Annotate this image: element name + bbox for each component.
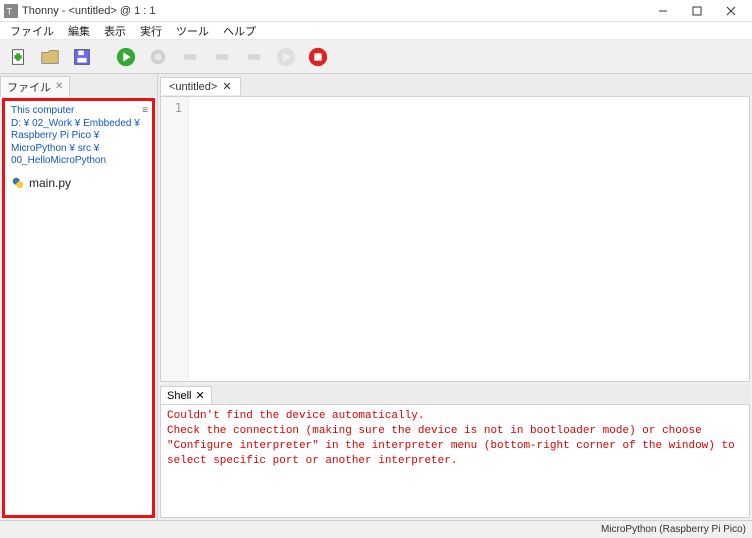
app-icon: T: [4, 4, 18, 18]
run-button[interactable]: [112, 43, 140, 71]
sidebar-tabs: ファイル ✕: [0, 74, 157, 96]
resume-button[interactable]: [272, 43, 300, 71]
minimize-button[interactable]: [646, 1, 680, 21]
python-file-icon: [11, 176, 25, 190]
statusbar: MicroPython (Raspberry Pi Pico): [0, 520, 752, 538]
svg-text:T: T: [7, 6, 13, 16]
menu-tools[interactable]: ツール: [170, 22, 215, 40]
file-browser-header[interactable]: This computer D: ¥ 02_Work ¥ Embbeded ¥ …: [5, 101, 152, 172]
editor-tab-label: <untitled>: [169, 81, 217, 93]
open-file-button[interactable]: [36, 43, 64, 71]
close-button[interactable]: [714, 1, 748, 21]
menu-file[interactable]: ファイル: [4, 22, 60, 40]
shell-output[interactable]: Couldn't find the device automatically. …: [160, 404, 750, 518]
menu-view[interactable]: 表示: [98, 22, 132, 40]
shell-tabs: Shell ✕: [160, 384, 750, 404]
shell-tab-label: Shell: [167, 390, 191, 402]
step-out-button[interactable]: [240, 43, 268, 71]
maximize-button[interactable]: [680, 1, 714, 21]
close-icon[interactable]: ✕: [195, 389, 204, 402]
line-number: 1: [167, 101, 182, 115]
stop-button[interactable]: [304, 43, 332, 71]
main-area: ファイル ✕ ≡ This computer D: ¥ 02_Work ¥ Em…: [0, 74, 752, 520]
new-file-button[interactable]: [4, 43, 32, 71]
menu-help[interactable]: ヘルプ: [217, 22, 262, 40]
editor-tabs: <untitled> ✕: [158, 74, 752, 96]
window-controls: [646, 1, 748, 21]
toolbar: [0, 40, 752, 74]
shell-tab[interactable]: Shell ✕: [160, 386, 212, 404]
menu-run[interactable]: 実行: [134, 22, 168, 40]
code-editor[interactable]: 1: [160, 96, 750, 382]
close-icon[interactable]: ✕: [55, 81, 63, 92]
sidebar: ファイル ✕ ≡ This computer D: ¥ 02_Work ¥ Em…: [0, 74, 158, 520]
titlebar: T Thonny - <untitled> @ 1 : 1: [0, 0, 752, 22]
sidebar-tab-files[interactable]: ファイル ✕: [0, 76, 70, 97]
editor-tab-untitled[interactable]: <untitled> ✕: [160, 77, 241, 95]
debug-button[interactable]: [144, 43, 172, 71]
menu-edit[interactable]: 編集: [62, 22, 96, 40]
sidebar-tab-label: ファイル: [7, 79, 51, 95]
editor-area: <untitled> ✕ 1 Shell ✕ Couldn't find the…: [158, 74, 752, 520]
step-into-button[interactable]: [208, 43, 236, 71]
file-browser-panel: ≡ This computer D: ¥ 02_Work ¥ Embbeded …: [2, 98, 155, 518]
file-item-label: main.py: [29, 176, 71, 190]
code-area[interactable]: [189, 97, 749, 381]
save-file-button[interactable]: [68, 43, 96, 71]
shell-panel: Shell ✕ Couldn't find the device automat…: [160, 384, 750, 518]
interpreter-status[interactable]: MicroPython (Raspberry Pi Pico): [601, 524, 746, 535]
menubar: ファイル 編集 表示 実行 ツール ヘルプ: [0, 22, 752, 40]
file-list: main.py: [5, 172, 152, 194]
file-item-main-py[interactable]: main.py: [11, 174, 146, 192]
breadcrumb[interactable]: This computer D: ¥ 02_Work ¥ Embbeded ¥ …: [11, 105, 146, 168]
panel-menu-icon[interactable]: ≡: [142, 105, 148, 116]
window-title: Thonny - <untitled> @ 1 : 1: [22, 5, 646, 17]
close-icon[interactable]: ✕: [222, 80, 231, 93]
line-gutter: 1: [161, 97, 189, 381]
step-over-button[interactable]: [176, 43, 204, 71]
